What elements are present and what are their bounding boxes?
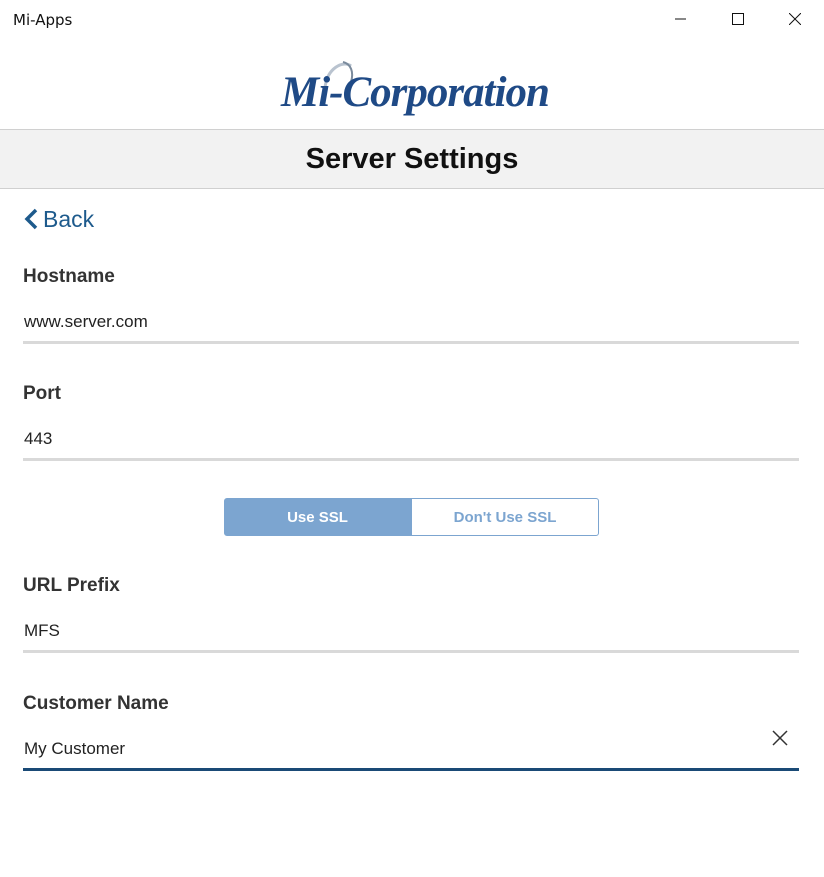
maximize-icon bbox=[732, 13, 744, 25]
maximize-button[interactable] bbox=[715, 0, 761, 38]
customer-name-underline bbox=[23, 768, 799, 771]
dont-use-ssl-button[interactable]: Don't Use SSL bbox=[411, 498, 599, 536]
hostname-underline bbox=[23, 341, 799, 344]
use-ssl-button[interactable]: Use SSL bbox=[224, 498, 411, 536]
company-logo: Mi-Corporation bbox=[281, 61, 557, 122]
hostname-label: Hostname bbox=[23, 266, 115, 287]
clear-icon bbox=[772, 730, 788, 746]
logo-text: Mi-Corporation bbox=[281, 69, 550, 116]
url-prefix-field-group: URL Prefix bbox=[23, 575, 800, 653]
ssl-toggle: Use SSL Don't Use SSL bbox=[224, 498, 599, 536]
minimize-button[interactable] bbox=[658, 0, 704, 38]
port-underline bbox=[23, 458, 799, 461]
customer-name-label: Customer Name bbox=[23, 693, 169, 714]
page-title: Server Settings bbox=[305, 142, 519, 175]
back-button[interactable]: Back bbox=[23, 205, 94, 233]
url-prefix-input[interactable] bbox=[23, 617, 800, 645]
back-label: Back bbox=[43, 205, 95, 232]
window-title: Mi-Apps bbox=[13, 11, 73, 29]
customer-name-field-group: Customer Name bbox=[23, 693, 799, 771]
logo-area: Mi-Corporation bbox=[0, 38, 824, 129]
close-icon bbox=[789, 13, 801, 25]
page-header: Server Settings bbox=[0, 129, 824, 189]
chevron-left-icon bbox=[24, 208, 38, 230]
close-window-button[interactable] bbox=[772, 0, 818, 38]
port-label: Port bbox=[23, 383, 61, 404]
url-prefix-label: URL Prefix bbox=[23, 575, 120, 596]
window-titlebar: Mi-Apps bbox=[0, 0, 824, 38]
customer-name-input[interactable] bbox=[23, 735, 724, 763]
clear-input-button[interactable] bbox=[768, 726, 792, 750]
hostname-field-group: Hostname bbox=[23, 266, 800, 344]
port-input[interactable] bbox=[23, 425, 800, 453]
minimize-icon bbox=[675, 18, 686, 20]
url-prefix-underline bbox=[23, 650, 799, 653]
hostname-input[interactable] bbox=[23, 308, 800, 336]
port-field-group: Port bbox=[23, 383, 800, 461]
